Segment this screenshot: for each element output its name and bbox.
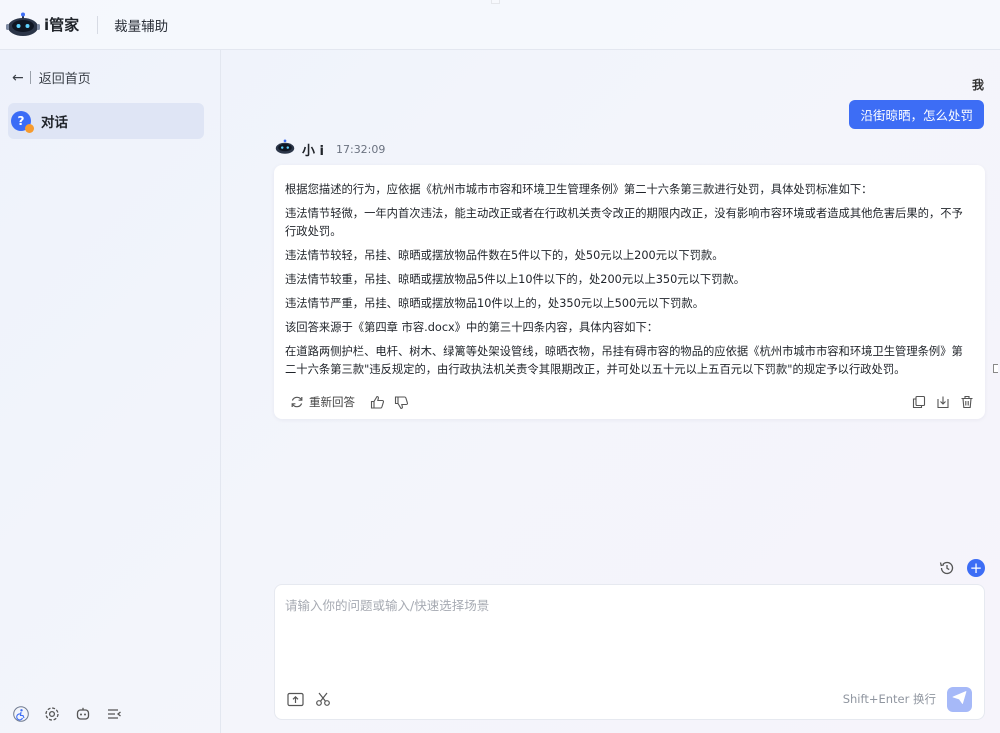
upload-icon[interactable] — [286, 690, 304, 708]
answer-actions-right — [912, 395, 974, 409]
collapse-menu-icon[interactable] — [105, 705, 123, 723]
answer-paragraph: 违法情节严重，吊挂、晾晒或摆放物品10件以上的，处350元以上500元以下罚款。 — [285, 297, 705, 310]
back-home-link[interactable]: ← 返回首页 — [12, 68, 91, 88]
send-button[interactable] — [947, 687, 972, 712]
answer-paragraph: 违法情节轻微，一年内首次违法，能主动改正或者在行政机关责令改正的期限内改正，没有… — [285, 207, 963, 238]
answer-paragraph: 违法情节较重，吊挂、晾晒或摆放物品5件以上10件以下的，处200元以上350元以… — [285, 273, 746, 286]
answer-paragraph: 根据您描述的行为，应依据《杭州市城市市容和环境卫生管理条例》第二十六条第三款进行… — [285, 183, 873, 196]
chat-question-icon: ? — [11, 111, 34, 133]
copy-icon[interactable] — [912, 395, 926, 409]
newline-hint: Shift+Enter 换行 — [842, 692, 936, 706]
sidebar-item-chat[interactable]: ? 对话 — [8, 103, 204, 139]
new-chat-icon[interactable]: + — [967, 559, 985, 577]
bot-avatar-icon — [274, 139, 296, 159]
answer-paragraph: 违法情节较轻，吊挂、晾晒或摆放物品件数在5件以下的，处50元以上200元以下罚款… — [285, 249, 724, 262]
accessibility-icon[interactable] — [12, 705, 30, 723]
settings-icon[interactable] — [43, 705, 61, 723]
scissors-icon[interactable] — [314, 690, 332, 708]
bot-message-header: 小 i 17:32:09 — [274, 139, 385, 159]
bot-name: 小 i — [302, 143, 324, 159]
top-bar: i管家 裁量辅助 — [0, 0, 1000, 50]
answer-paragraph: 该回答来源于《第四章 市容.docx》中的第三十四条内容，具体内容如下： — [285, 321, 659, 334]
arrow-left-icon: ← — [12, 69, 24, 86]
back-divider — [29, 71, 31, 84]
message-timestamp: 17:32:09 — [335, 142, 386, 156]
composer-tools — [286, 690, 332, 708]
answer-actions: 重新回答 — [285, 394, 974, 410]
thumbs-down-icon[interactable] — [394, 395, 409, 410]
composer: Shift+Enter 换行 — [274, 584, 985, 720]
user-name: 我 — [971, 78, 984, 92]
refresh-icon — [290, 395, 304, 409]
back-home-label: 返回首页 — [38, 72, 91, 87]
header-divider — [97, 15, 99, 34]
history-icon[interactable] — [938, 559, 956, 577]
question-input[interactable] — [285, 595, 975, 675]
send-icon — [952, 690, 967, 709]
thumbs-up-icon[interactable] — [370, 395, 385, 410]
user-message-bubble: 沿街晾晒，怎么处罚 — [849, 100, 984, 129]
regenerate-button[interactable]: 重新回答 — [285, 394, 355, 410]
logo: i管家 — [6, 12, 79, 38]
answer-paragraph: 在道路两侧护栏、电杆、树木、绿篱等处架设管线，晾晒衣物，吊挂有碍市容的物品的应依… — [285, 345, 963, 376]
app-name: i管家 — [44, 16, 80, 34]
robot-logo-icon — [6, 12, 40, 38]
bot-answer-card: 根据您描述的行为，应依据《杭州市城市市容和环境卫生管理条例》第二十六条第三款进行… — [274, 165, 985, 419]
sidebar-item-label: 对话 — [41, 115, 68, 131]
sidebar: ← 返回首页 ? 对话 — [0, 50, 221, 733]
regenerate-label: 重新回答 — [309, 395, 355, 409]
download-icon[interactable] — [936, 395, 950, 409]
sidebar-bottom-toolbar — [12, 705, 212, 723]
tab-discretion-assist[interactable]: 裁量辅助 — [114, 15, 168, 35]
chat-area: 我 沿街晾晒，怎么处罚 小 i 17:32:09 根据您描述的行为，应依据《杭州… — [222, 50, 1000, 733]
robot-icon[interactable] — [74, 705, 92, 723]
delete-icon[interactable] — [960, 395, 974, 409]
